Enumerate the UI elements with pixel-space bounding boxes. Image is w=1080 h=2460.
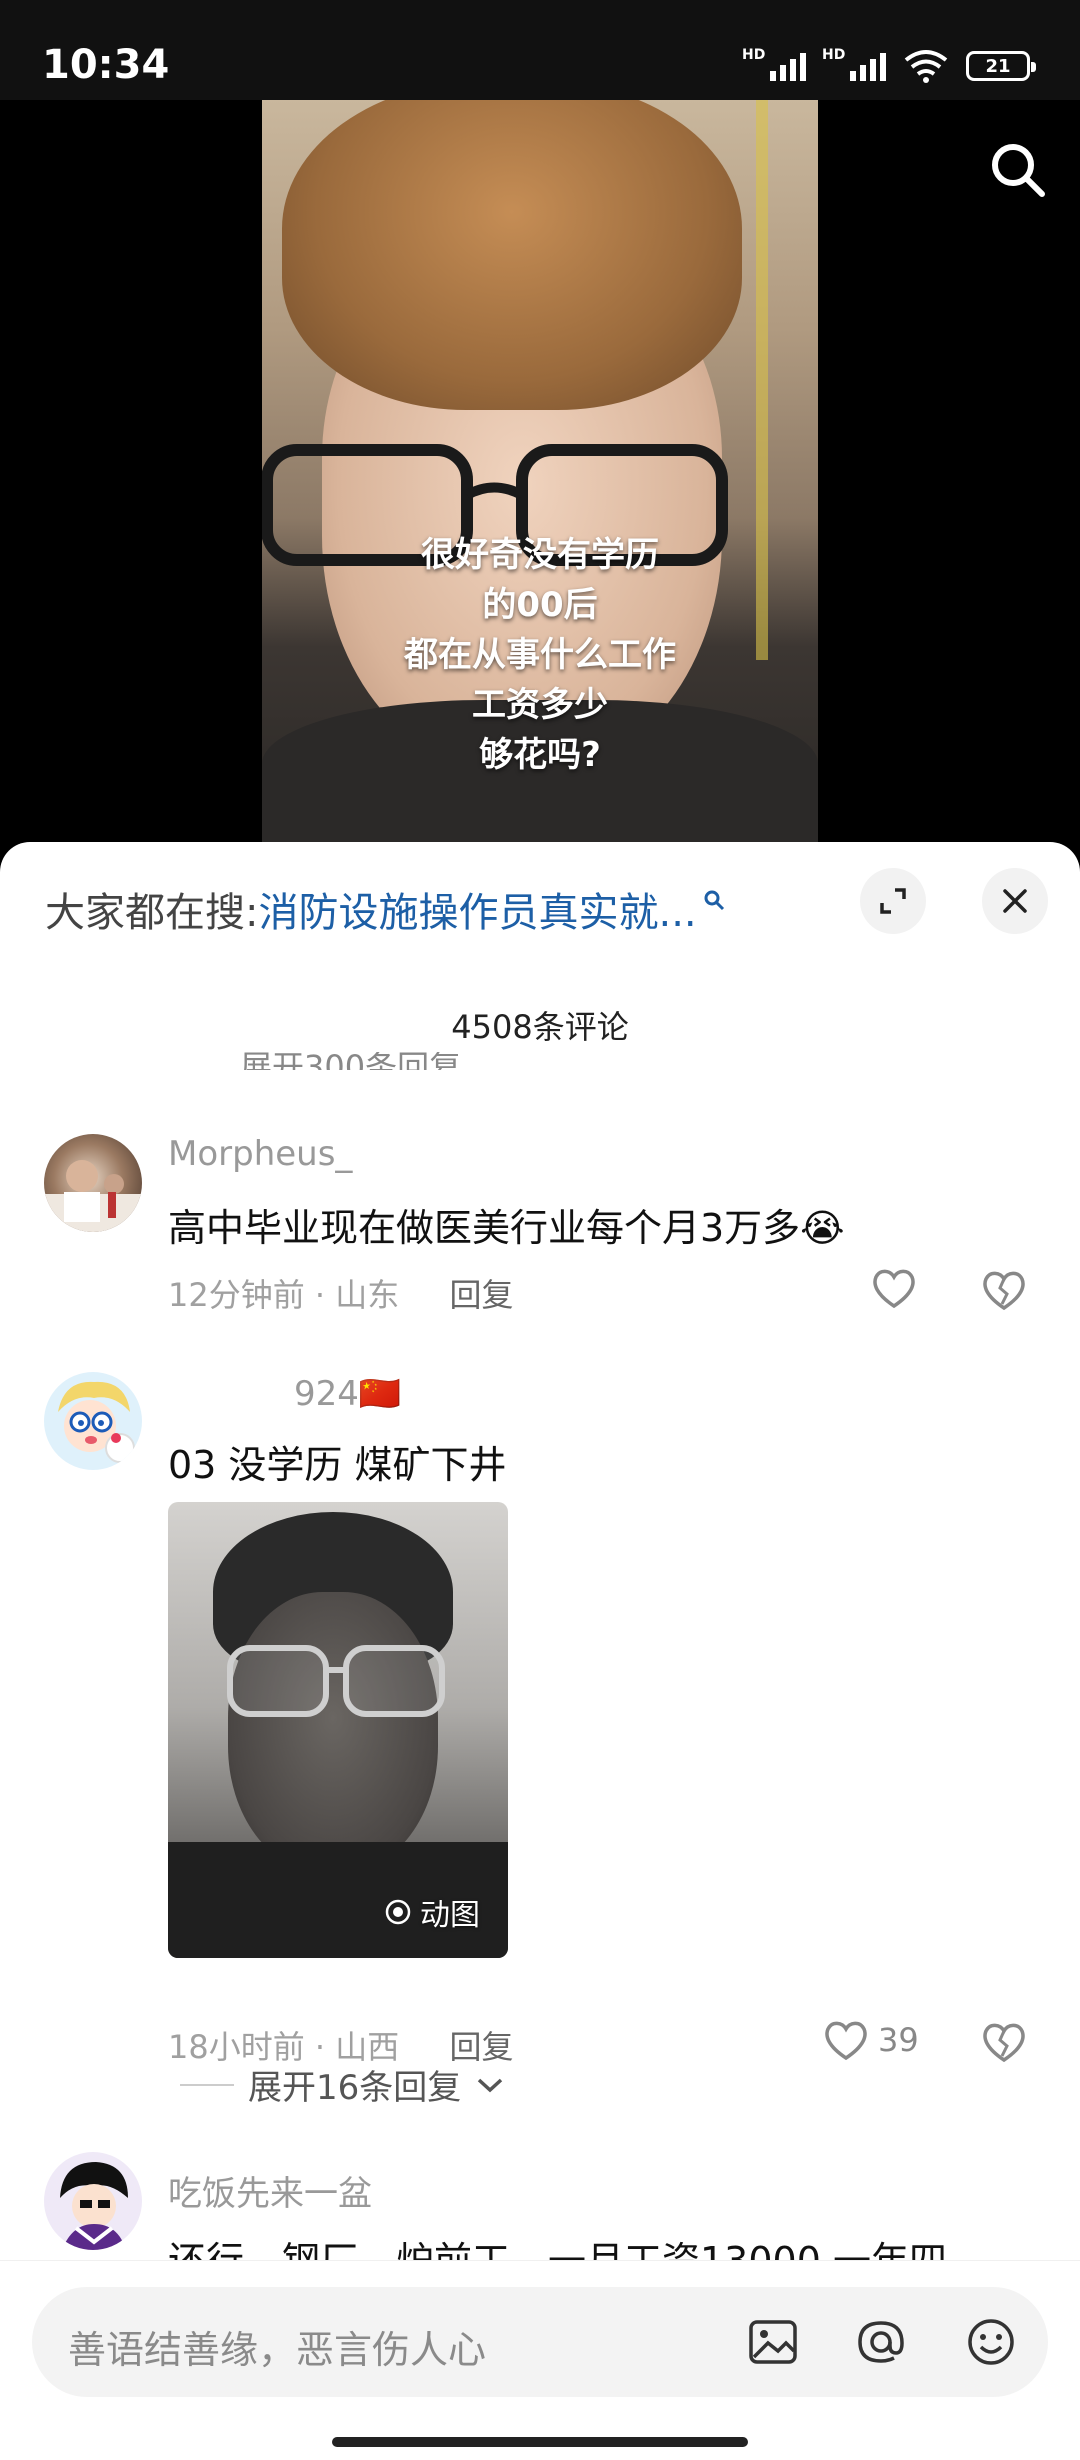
wifi-icon	[904, 50, 948, 83]
dislike-icon[interactable]	[980, 2020, 1028, 2064]
comment-input-placeholder: 善语结善缘，恶言伤人心	[68, 2328, 487, 2372]
comment-item: 924🇨🇳 03 没学历 煤矿下井 动图 18小时前 · 山西 回复 39	[0, 1362, 1080, 2122]
comment-gif[interactable]: 动图	[168, 1502, 508, 1958]
mention-icon[interactable]	[854, 2315, 908, 2369]
search-suggestion-label: 大家都在搜:	[45, 890, 259, 936]
avatar[interactable]	[44, 2152, 142, 2250]
status-time: 10:34	[42, 42, 170, 88]
comment-location: 山东	[335, 1276, 400, 1314]
comment-item: Morpheus_ 高中毕业现在做医美行业每个月3万多😭 12分钟前 · 山东 …	[0, 1122, 1080, 1342]
like-count: 39	[878, 2021, 919, 2059]
emoji-icon[interactable]	[964, 2315, 1018, 2369]
status-icons: HD HD 21	[742, 47, 1036, 84]
home-indicator[interactable]	[332, 2437, 748, 2447]
heart-icon	[873, 1269, 915, 1309]
comment-meta: 12分钟前 · 山东 回复	[168, 1276, 514, 1314]
comment-text: 03 没学历 煤矿下井	[168, 1443, 507, 1487]
reply-button[interactable]: 回复	[449, 1276, 513, 1314]
comment-input-bar: 善语结善缘，恶言伤人心	[0, 2260, 1080, 2460]
avatar[interactable]	[44, 1134, 142, 1232]
close-button[interactable]	[982, 868, 1048, 934]
comment-input[interactable]: 善语结善缘，恶言伤人心	[32, 2287, 1048, 2397]
comment-count: 4508条评论	[451, 1008, 629, 1046]
comment-text: 高中毕业现在做医美行业每个月3万多😭	[168, 1206, 845, 1250]
dislike-icon[interactable]	[980, 1268, 1028, 1312]
expand-icon	[880, 888, 906, 914]
like-button[interactable]: 39	[822, 2018, 919, 2062]
expand-button[interactable]	[860, 868, 926, 934]
search-suggestion-link[interactable]: 消防设施操作员真实就...	[258, 880, 696, 938]
comment-username[interactable]: Morpheus_	[168, 1134, 352, 1174]
search-icon[interactable]	[986, 138, 1050, 202]
expand-replies-button[interactable]: 展开16条回复	[180, 2060, 505, 2109]
heart-icon	[825, 2021, 867, 2061]
video-caption: 很好奇没有学历 的00后 都在从事什么工作 工资多少 够花吗?	[404, 535, 676, 775]
like-button[interactable]	[870, 1266, 918, 1310]
chevron-down-icon	[478, 2078, 503, 2092]
search-suggestion[interactable]: 大家都在搜: 消防设施操作员真实就...	[45, 880, 725, 938]
battery-icon: 21	[966, 51, 1036, 81]
comment-username[interactable]: 吃饭先来一盆	[168, 2166, 372, 2215]
clipped-reply-text: 展开300条回复	[240, 1052, 480, 1070]
small-search-icon	[704, 890, 724, 911]
video-player[interactable]: 很好奇没有学历 的00后 都在从事什么工作 工资多少 够花吗?	[0, 100, 1080, 860]
gif-icon	[385, 1899, 411, 1925]
avatar[interactable]	[44, 1372, 142, 1470]
comment-username[interactable]: 924🇨🇳	[294, 1374, 401, 1414]
status-bar: 10:34 HD HD 21	[0, 0, 1080, 100]
signal-icon: HD	[742, 47, 806, 81]
gif-badge: 动图	[384, 1890, 480, 1934]
comment-sheet: 大家都在搜: 消防设施操作员真实就... 4508条评论 展开300条回复	[0, 842, 1080, 2460]
comment-time: 12分钟前	[168, 1276, 305, 1314]
signal-icon: HD	[822, 47, 886, 81]
close-icon	[1003, 889, 1027, 913]
image-icon[interactable]	[746, 2315, 800, 2369]
